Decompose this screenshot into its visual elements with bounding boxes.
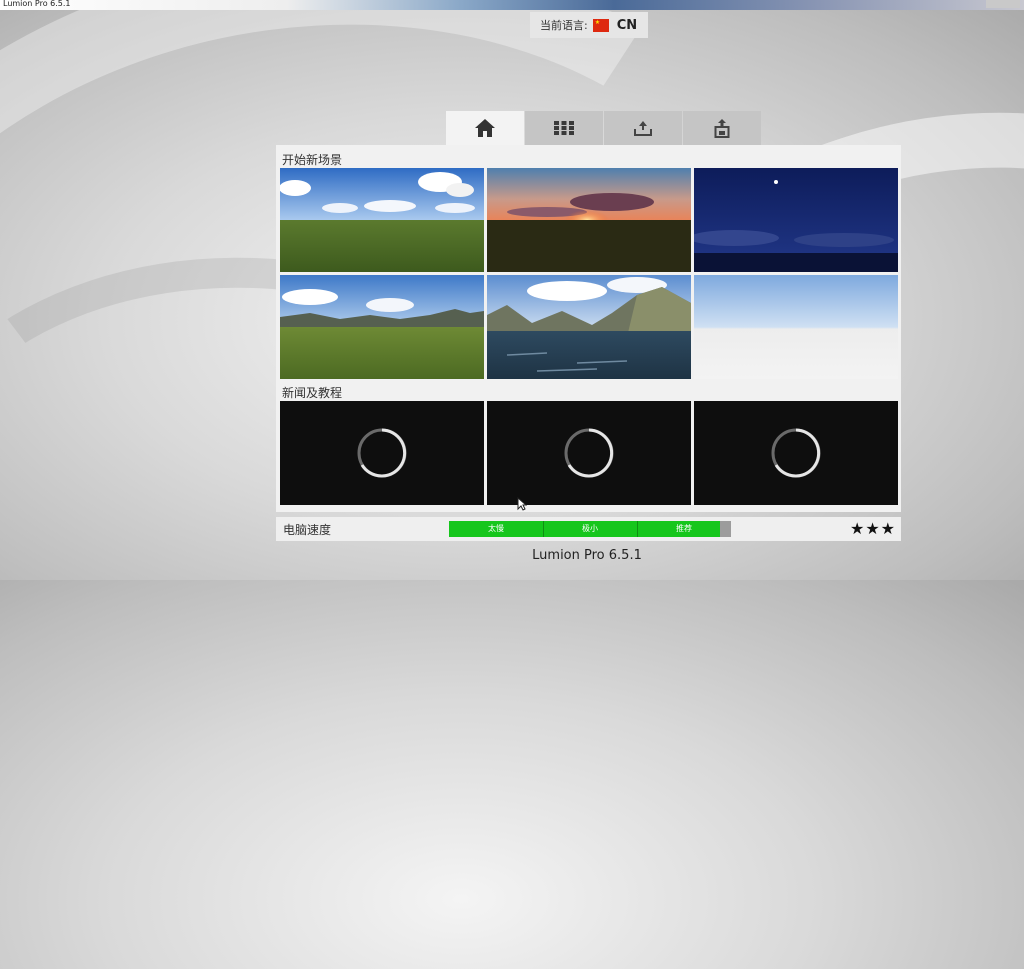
section-title-news: 新闻及教程 xyxy=(282,386,343,400)
computer-speed-bar: 电脑速度 太慢 极小 推荐 ★★★ xyxy=(276,517,901,541)
scene-grid xyxy=(280,168,898,379)
language-label: 当前语言: xyxy=(540,19,588,32)
speed-level-label: 极小 xyxy=(582,524,598,533)
scene-image xyxy=(280,275,484,379)
tab-examples[interactable] xyxy=(525,111,603,145)
version-text: Lumion Pro 6.5.1 xyxy=(532,548,642,563)
grid-icon xyxy=(554,121,574,135)
tab-load[interactable] xyxy=(604,111,682,145)
scene-image xyxy=(280,168,484,272)
home-icon xyxy=(475,119,495,137)
window-controls[interactable] xyxy=(986,0,1020,8)
main-tabs xyxy=(446,111,762,145)
save-icon xyxy=(714,119,730,138)
scene-hills-grassland[interactable] xyxy=(280,275,484,379)
speed-level-label: 太慢 xyxy=(488,524,504,533)
upload-icon xyxy=(634,121,652,136)
news-item[interactable] xyxy=(694,401,898,505)
language-selector[interactable]: 当前语言: ★ CN xyxy=(530,12,648,38)
speed-label: 电脑速度 xyxy=(283,523,332,537)
speed-stars: ★★★ xyxy=(849,519,896,538)
speed-level-label: 推荐 xyxy=(676,524,692,533)
news-grid xyxy=(280,401,898,505)
scene-image xyxy=(694,275,898,379)
loading-spinner-icon xyxy=(357,428,407,478)
scene-grassland-cloudy-sky[interactable] xyxy=(280,168,484,272)
main-panel: 开始新场景 新闻及教程 xyxy=(276,145,901,512)
china-flag-icon: ★ xyxy=(592,18,609,32)
scene-image xyxy=(487,168,691,272)
window-title: Lumion Pro 6.5.1 xyxy=(3,0,71,8)
scene-image xyxy=(694,168,898,272)
speed-meter: 太慢 极小 推荐 xyxy=(449,521,731,537)
scene-image xyxy=(487,275,691,379)
tab-save[interactable] xyxy=(683,111,761,145)
section-title-start-scene: 开始新场景 xyxy=(282,153,343,167)
language-code: CN xyxy=(616,17,638,33)
news-item[interactable] xyxy=(487,401,691,505)
loading-spinner-icon xyxy=(564,428,614,478)
loading-spinner-icon xyxy=(771,428,821,478)
scene-mountain-lake[interactable] xyxy=(487,275,691,379)
scene-sunset[interactable] xyxy=(487,168,691,272)
mouse-cursor-icon xyxy=(517,497,527,511)
scene-night-sky[interactable] xyxy=(694,168,898,272)
window-titlebar: Lumion Pro 6.5.1 xyxy=(0,0,1024,10)
tab-home[interactable] xyxy=(446,111,524,145)
news-item[interactable] xyxy=(280,401,484,505)
scene-blank-sky[interactable] xyxy=(694,275,898,379)
